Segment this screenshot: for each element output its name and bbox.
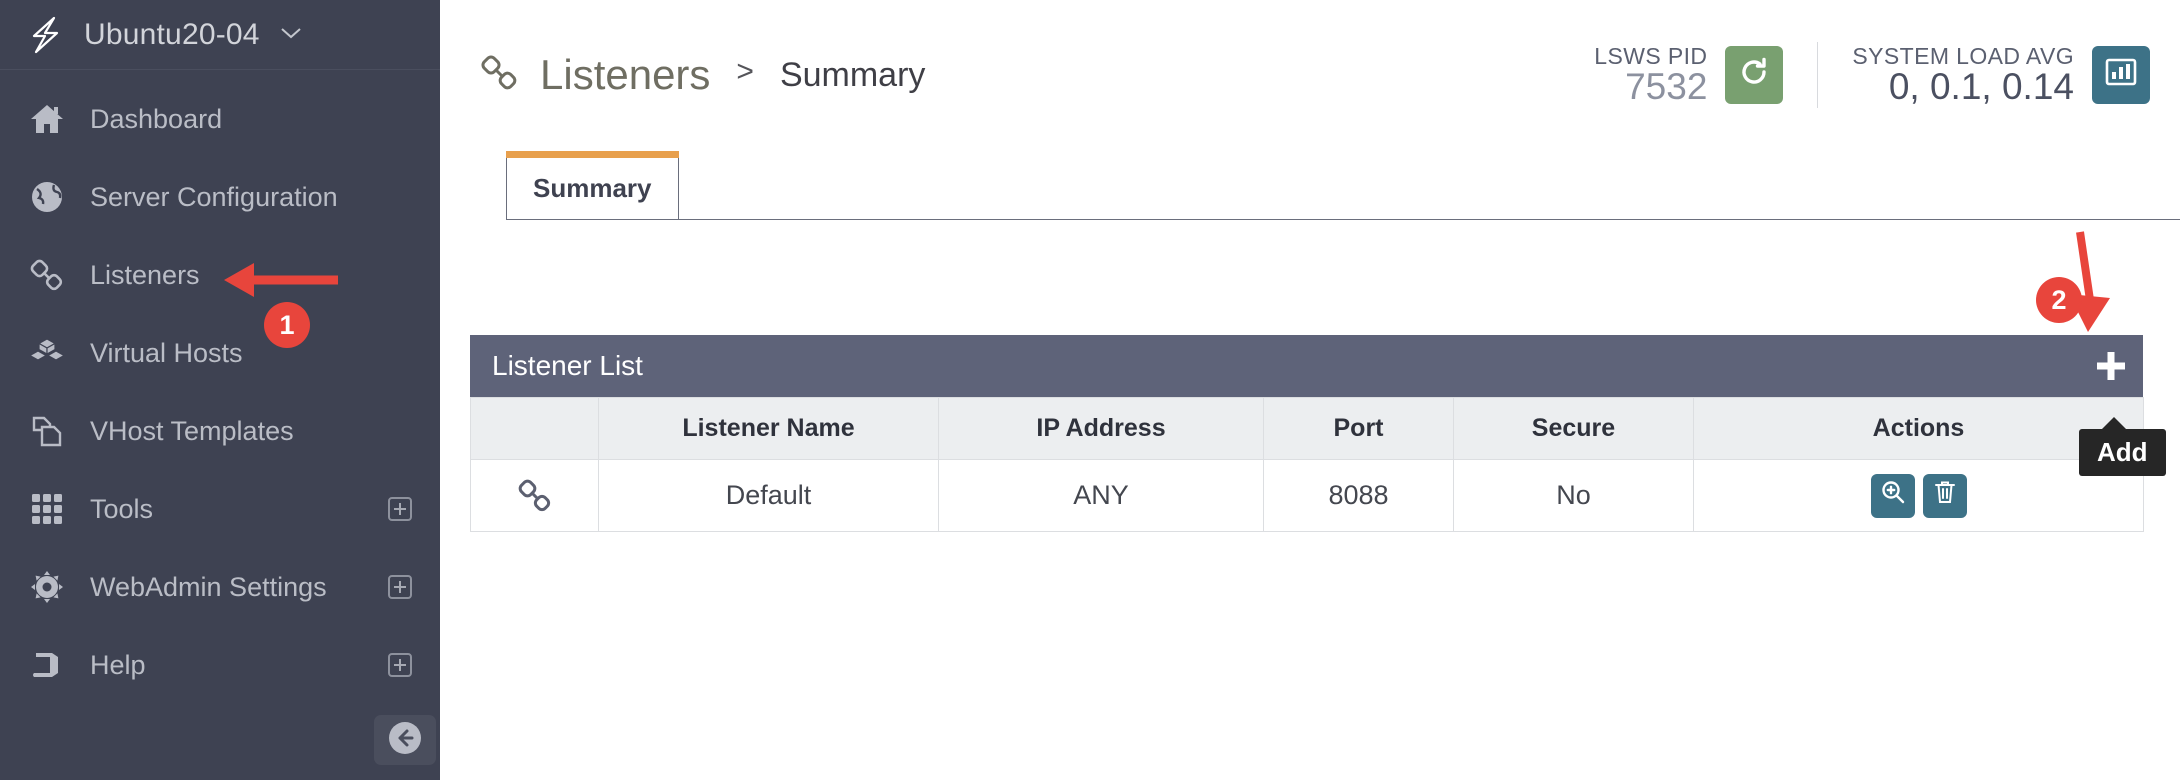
sidebar-item-dashboard[interactable]: Dashboard — [0, 80, 440, 158]
system-load-label: SYSTEM LOAD AVG — [1852, 44, 2074, 68]
column-header-icon — [471, 398, 599, 460]
sidebar-item-label: Tools — [90, 494, 153, 525]
sidebar-item-server-configuration[interactable]: Server Configuration — [0, 158, 440, 236]
topbar: Listeners > Summary LSWS PID 7532 — [440, 0, 2180, 150]
realtime-stats-button[interactable] — [2092, 46, 2150, 104]
status-indicators: LSWS PID 7532 — [1594, 42, 2150, 108]
book-icon — [24, 649, 70, 681]
column-header-port: Port — [1264, 398, 1454, 460]
magnifier-plus-icon — [1880, 479, 1906, 512]
chain-link-icon — [471, 478, 598, 514]
sidebar-item-webadmin-settings[interactable]: WebAdmin Settings — [0, 548, 440, 626]
cell-ip-address: ANY — [939, 460, 1264, 532]
sidebar-item-vhost-templates[interactable]: VHost Templates — [0, 392, 440, 470]
row-type-icon-cell — [471, 460, 599, 532]
expand-plus-icon[interactable] — [388, 653, 412, 677]
brand-header[interactable]: Ubuntu20-04 — [0, 0, 440, 70]
annotation-badge-2: 2 — [2036, 277, 2082, 323]
breadcrumb-separator: > — [736, 55, 754, 89]
breadcrumb-root[interactable]: Listeners — [540, 51, 710, 99]
cell-secure: No — [1454, 460, 1694, 532]
add-listener-button[interactable] — [2079, 335, 2143, 397]
column-header-actions: Actions — [1694, 398, 2144, 460]
cell-listener-name: Default — [599, 460, 939, 532]
panel-header: Listener List — [470, 335, 2143, 397]
sidebar-item-label: Virtual Hosts — [90, 338, 243, 369]
arrow-circle-left-icon — [387, 720, 423, 761]
sidebar-item-label: Dashboard — [90, 104, 222, 135]
tab-underline — [670, 219, 2180, 220]
grid-dots-icon — [24, 493, 70, 525]
sidebar-item-help[interactable]: Help — [0, 626, 440, 704]
sidebar-item-label: VHost Templates — [90, 416, 294, 447]
tab-summary[interactable]: Summary — [506, 158, 679, 220]
home-icon — [24, 103, 70, 135]
sidebar-item-label: Server Configuration — [90, 182, 338, 213]
expand-plus-icon[interactable] — [388, 575, 412, 599]
lsws-pid-block: LSWS PID 7532 — [1594, 44, 1783, 107]
restart-server-button[interactable] — [1725, 46, 1783, 104]
sidebar-item-listeners[interactable]: Listeners — [0, 236, 440, 314]
page-title: Listeners > Summary — [480, 51, 925, 99]
chain-link-icon — [480, 54, 520, 97]
table-row[interactable]: Default ANY 8088 No — [471, 460, 2144, 532]
add-button-tooltip: Add — [2079, 429, 2166, 476]
system-load-value: 0, 0.1, 0.14 — [1852, 68, 2074, 107]
copy-files-icon — [24, 414, 70, 448]
column-header-secure: Secure — [1454, 398, 1694, 460]
webadmin-console: Ubuntu20-04 Dashboard — [0, 0, 2180, 780]
lsws-pid-value: 7532 — [1594, 68, 1707, 107]
cubes-icon — [24, 337, 70, 369]
panel-title: Listener List — [492, 350, 643, 382]
delete-button[interactable] — [1923, 474, 1967, 518]
breadcrumb-current: Summary — [780, 56, 925, 95]
refresh-icon — [1737, 55, 1771, 94]
table-header-row: Listener Name IP Address Port Secure Act… — [471, 398, 2144, 460]
sidebar: Ubuntu20-04 Dashboard — [0, 0, 440, 780]
system-load-block: SYSTEM LOAD AVG 0, 0.1, 0.14 — [1852, 44, 2150, 107]
trash-icon — [1932, 479, 1958, 512]
sidebar-item-label: WebAdmin Settings — [90, 572, 327, 603]
chain-link-icon — [24, 258, 70, 292]
sidebar-nav: Dashboard Server Configuration — [0, 70, 440, 704]
lsws-pid-label: LSWS PID — [1594, 44, 1707, 68]
bar-chart-icon — [2104, 55, 2138, 94]
tab-label: Summary — [533, 173, 652, 204]
sidebar-item-virtual-hosts[interactable]: Virtual Hosts — [0, 314, 440, 392]
column-header-listener-name: Listener Name — [599, 398, 939, 460]
gear-icon — [24, 570, 70, 604]
sidebar-item-tools[interactable]: Tools — [0, 470, 440, 548]
annotation-badge-1: 1 — [264, 302, 310, 348]
sidebar-collapse-button[interactable] — [374, 715, 436, 765]
column-header-ip-address: IP Address — [939, 398, 1264, 460]
status-divider — [1817, 42, 1818, 108]
cell-actions — [1694, 460, 2144, 532]
listener-table: Listener Name IP Address Port Secure Act… — [470, 397, 2144, 532]
expand-plus-icon[interactable] — [388, 497, 412, 521]
litespeed-bolt-icon — [24, 14, 66, 56]
globe-icon — [24, 180, 70, 214]
listener-list-panel: Listener List — [470, 335, 2143, 532]
tab-bar: Summary — [480, 158, 2180, 220]
cell-port: 8088 — [1264, 460, 1454, 532]
view-button[interactable] — [1871, 474, 1915, 518]
chevron-down-icon[interactable] — [280, 23, 302, 46]
sidebar-item-label: Help — [90, 650, 146, 681]
brand-name: Ubuntu20-04 — [84, 18, 260, 52]
plus-icon — [2094, 349, 2128, 383]
sidebar-item-label: Listeners — [90, 260, 200, 291]
